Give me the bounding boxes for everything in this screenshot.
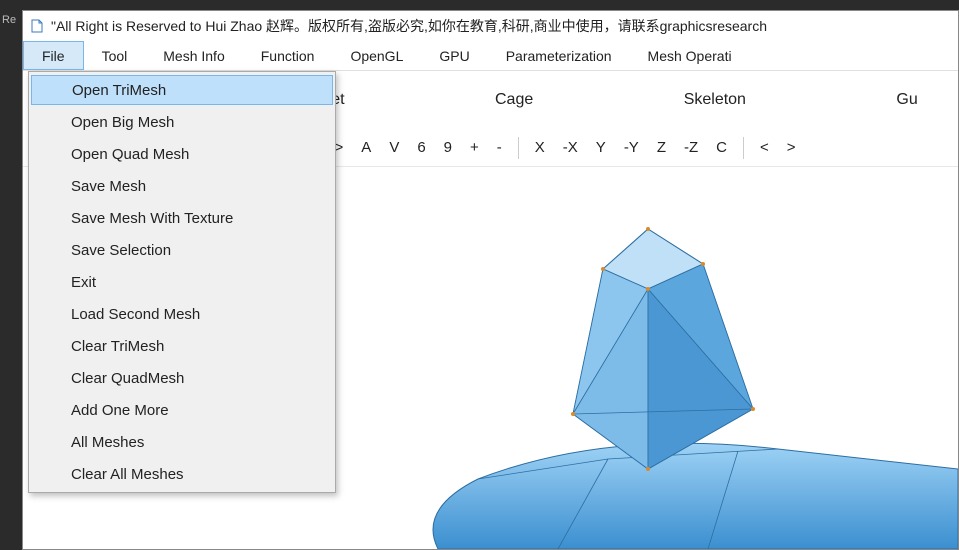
btn-c[interactable]: C [710,139,733,156]
btn-neg-x[interactable]: -X [557,139,584,156]
window-chrome-left: Re [0,0,22,550]
menu-item-clear-trimesh[interactable]: Clear TriMesh [31,330,333,362]
menu-opengl[interactable]: OpenGL [332,41,421,70]
menu-tool[interactable]: Tool [84,41,146,70]
menu-mesh-operation[interactable]: Mesh Operati [630,41,750,70]
menu-item-exit[interactable]: Exit [31,266,333,298]
btn-neg-y[interactable]: -Y [618,139,645,156]
file-menu-dropdown: Open TriMesh Open Big Mesh Open Quad Mes… [28,71,336,493]
app-window: "All Right is Reserved to Hui Zhao 赵辉。版权… [22,10,959,550]
menu-item-open-big-mesh[interactable]: Open Big Mesh [31,106,333,138]
menu-item-all-meshes[interactable]: All Meshes [31,426,333,458]
btn-z[interactable]: Z [651,139,672,156]
btn-gt2[interactable]: > [781,139,802,156]
titlebar: "All Right is Reserved to Hui Zhao 赵辉。版权… [23,11,958,41]
menu-item-clear-quadmesh[interactable]: Clear QuadMesh [31,362,333,394]
mesh-render [358,169,958,549]
menu-item-open-quad-mesh[interactable]: Open Quad Mesh [31,138,333,170]
btn-x[interactable]: X [529,139,551,156]
separator-icon [518,137,519,159]
menu-mesh-info[interactable]: Mesh Info [145,41,242,70]
menu-parameterization[interactable]: Parameterization [488,41,630,70]
menu-gpu[interactable]: GPU [421,41,487,70]
menubar: File Tool Mesh Info Function OpenGL GPU … [23,41,958,71]
menu-file[interactable]: File [23,41,84,70]
menu-item-open-trimesh[interactable]: Open TriMesh [31,75,333,105]
btn-neg-z[interactable]: -Z [678,139,704,156]
btn-a[interactable]: A [355,139,377,156]
subtoolbar-skeleton[interactable]: Skeleton [684,91,746,109]
menu-function[interactable]: Function [243,41,333,70]
btn-y[interactable]: Y [590,139,612,156]
btn-6[interactable]: 6 [411,139,431,156]
window-title: "All Right is Reserved to Hui Zhao 赵辉。版权… [51,16,767,36]
btn-plus[interactable]: + [464,139,485,156]
subtoolbar-gu[interactable]: Gu [896,91,917,109]
menu-item-load-second-mesh[interactable]: Load Second Mesh [31,298,333,330]
btn-9[interactable]: 9 [438,139,458,156]
menu-item-save-mesh[interactable]: Save Mesh [31,170,333,202]
menu-item-save-selection[interactable]: Save Selection [31,234,333,266]
app-icon [29,18,45,34]
separator-icon [743,137,744,159]
menu-item-save-mesh-with-texture[interactable]: Save Mesh With Texture [31,202,333,234]
menu-item-add-one-more[interactable]: Add One More [31,394,333,426]
subtoolbar-cage[interactable]: Cage [495,91,533,109]
btn-lt2[interactable]: < [754,139,775,156]
btn-v[interactable]: V [383,139,405,156]
btn-minus[interactable]: - [491,139,508,156]
menu-item-clear-all-meshes[interactable]: Clear All Meshes [31,458,333,490]
chrome-left-label: Re [2,14,16,26]
